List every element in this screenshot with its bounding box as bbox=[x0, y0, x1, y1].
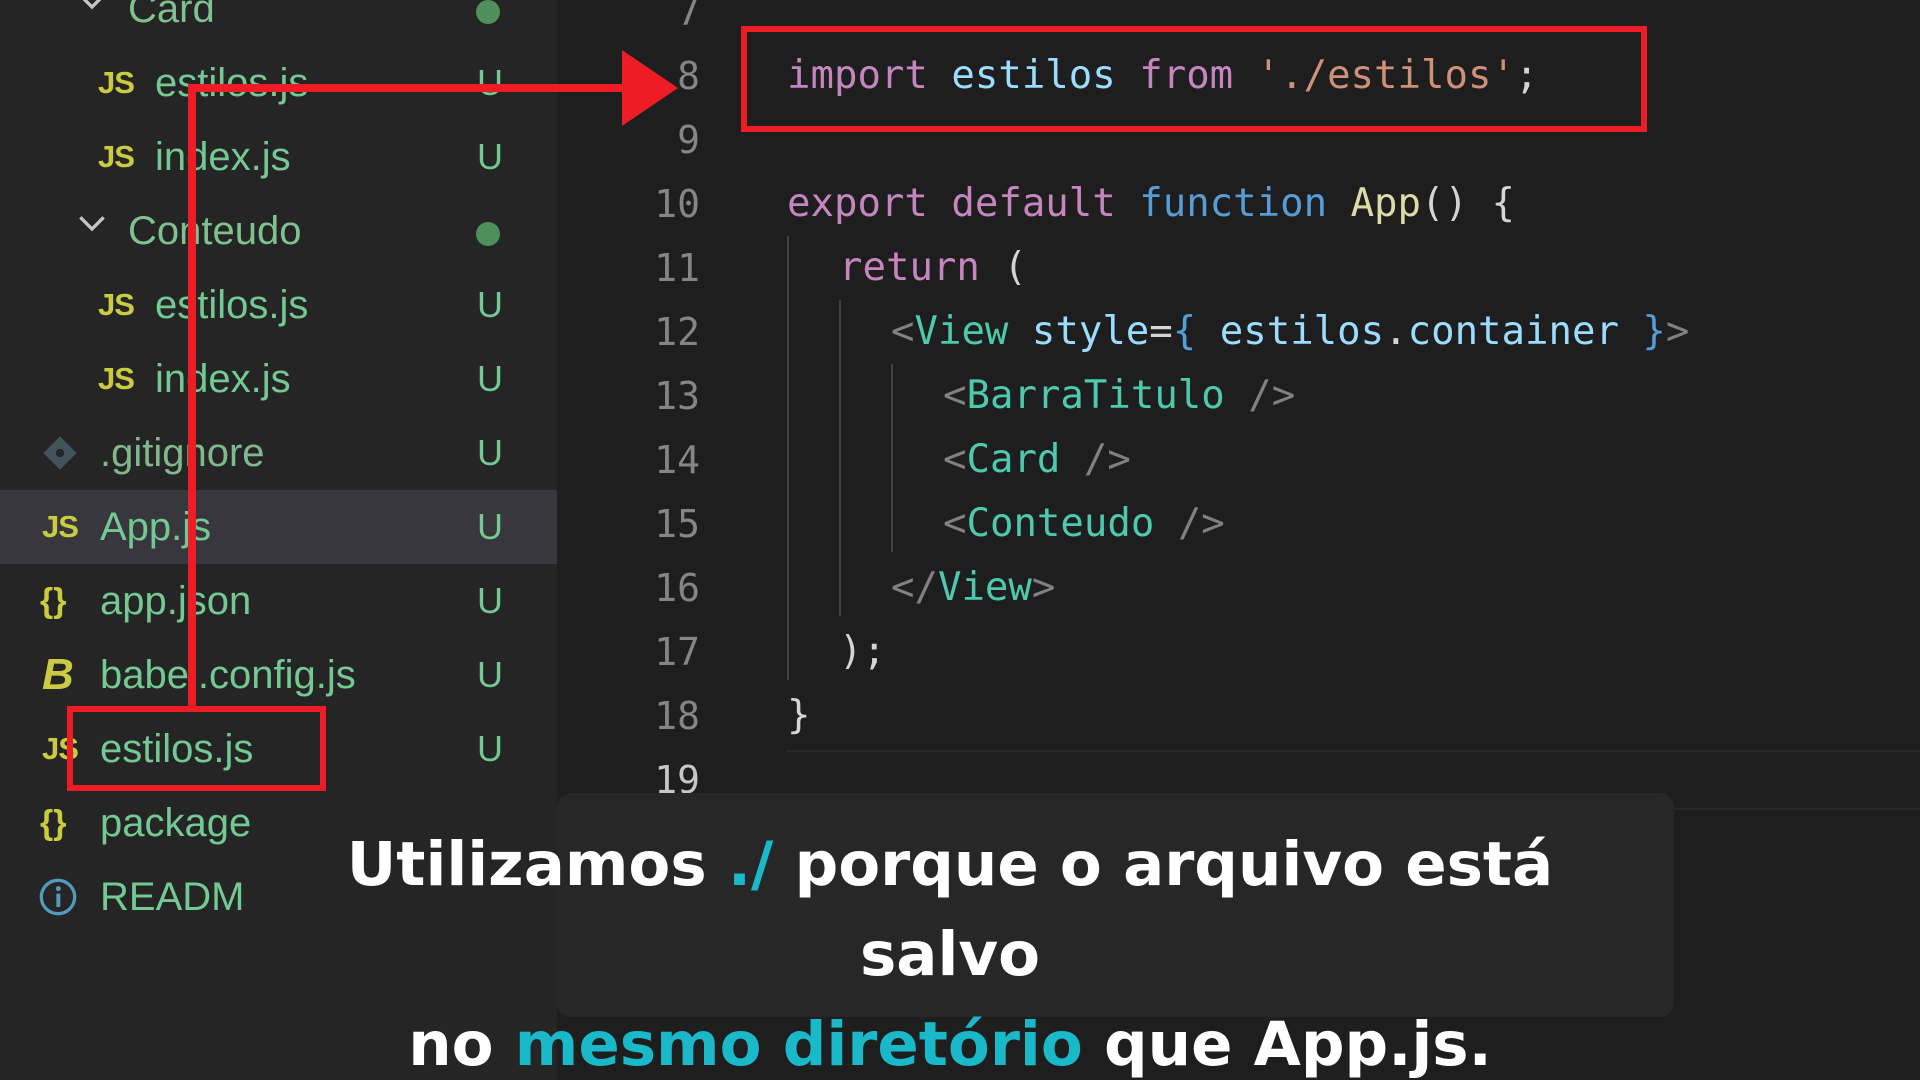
untracked-badge: U bbox=[477, 580, 503, 621]
info-icon bbox=[38, 872, 78, 922]
tree-item-card-index[interactable]: JS index.js U bbox=[0, 120, 557, 194]
tree-item-gitignore[interactable]: .gitignore U bbox=[0, 416, 557, 490]
tree-item-label: estilos.js bbox=[155, 283, 309, 327]
tree-item-babel-config[interactable]: B babel.config.js U bbox=[0, 638, 557, 712]
code-line-13[interactable]: 13 <BarraTitulo /> bbox=[557, 364, 1920, 428]
code-line-14[interactable]: 14 <Card /> bbox=[557, 428, 1920, 492]
tree-item-label: READM bbox=[100, 875, 245, 919]
return-statement: return ( bbox=[839, 245, 1027, 290]
git-icon bbox=[40, 428, 80, 478]
caption-highlight: mesmo diretório bbox=[514, 1009, 1083, 1080]
line-number: 10 bbox=[654, 182, 700, 226]
tree-item-conteudo-index[interactable]: JS index.js U bbox=[0, 342, 557, 416]
js-file-icon: JS bbox=[98, 139, 135, 174]
js-file-icon: JS bbox=[98, 287, 135, 322]
json-file-icon: {} bbox=[40, 581, 67, 620]
tree-item-label: Card bbox=[128, 0, 215, 31]
jsx-conteudo: <Conteudo /> bbox=[943, 501, 1225, 546]
line-number: 7 bbox=[677, 0, 700, 34]
caption-part: no bbox=[408, 1009, 515, 1080]
tree-item-card-folder[interactable]: Card bbox=[0, 0, 557, 46]
line-number: 17 bbox=[654, 630, 700, 674]
untracked-badge: U bbox=[477, 358, 503, 399]
tree-item-app-json[interactable]: {} app.json U bbox=[0, 564, 557, 638]
code-line-16[interactable]: 16 </View> bbox=[557, 556, 1920, 620]
caption-part: porque o arquivo está salvo bbox=[773, 829, 1554, 990]
line-number: 11 bbox=[654, 246, 700, 290]
jsx-view-open: <View style={ estilos.container }> bbox=[891, 309, 1690, 354]
code-line-10[interactable]: 10 export default function App() { bbox=[557, 172, 1920, 236]
return-close: ); bbox=[839, 629, 886, 674]
tree-item-label: .gitignore bbox=[100, 431, 265, 475]
function-close: } bbox=[787, 693, 811, 738]
untracked-badge: U bbox=[477, 62, 503, 103]
tree-item-label: index.js bbox=[155, 135, 291, 179]
code-line-15[interactable]: 15 <Conteudo /> bbox=[557, 492, 1920, 556]
tree-item-label: package bbox=[100, 801, 252, 845]
import-highlight-box bbox=[741, 26, 1647, 132]
chevron-down-icon bbox=[72, 204, 112, 244]
line-number: 18 bbox=[654, 694, 700, 738]
tree-item-label: Conteudo bbox=[128, 209, 302, 253]
code-line-11[interactable]: 11 return ( bbox=[557, 236, 1920, 300]
line-number: 13 bbox=[654, 374, 700, 418]
arrow-head-icon bbox=[622, 50, 678, 126]
caption-part: que App.js. bbox=[1082, 1009, 1492, 1080]
jsx-barratitulo: <BarraTitulo /> bbox=[943, 373, 1296, 418]
js-file-icon: JS bbox=[42, 509, 79, 544]
arrow-line-vertical bbox=[188, 84, 196, 708]
tree-item-label: index.js bbox=[155, 357, 291, 401]
untracked-badge: U bbox=[477, 432, 503, 473]
tree-item-app-js[interactable]: JS App.js U bbox=[0, 490, 557, 564]
code-line-12[interactable]: 12 <View style={ estilos.container }> bbox=[557, 300, 1920, 364]
caption-text: Utilizamos ./ porque o arquivo está salv… bbox=[260, 820, 1640, 1080]
code-line-17[interactable]: 17 ); bbox=[557, 620, 1920, 684]
untracked-badge: U bbox=[477, 728, 503, 769]
tree-item-label: app.json bbox=[100, 579, 252, 623]
function-declaration: export default function App() { bbox=[787, 181, 1515, 226]
arrow-line-horizontal bbox=[188, 84, 628, 92]
caption-part: Utilizamos bbox=[346, 829, 728, 900]
tree-item-label: babel.config.js bbox=[100, 653, 356, 697]
caption-highlight: ./ bbox=[727, 829, 774, 900]
json-file-icon: {} bbox=[40, 803, 67, 842]
untracked-badge: U bbox=[477, 284, 503, 325]
line-number: 15 bbox=[654, 502, 700, 546]
line-number: 16 bbox=[654, 566, 700, 610]
untracked-badge: U bbox=[477, 506, 503, 547]
untracked-badge: U bbox=[477, 654, 503, 695]
tree-item-conteudo-folder[interactable]: Conteudo bbox=[0, 194, 557, 268]
estilos-file-highlight-box bbox=[67, 706, 326, 791]
code-line-18[interactable]: 18 } bbox=[557, 684, 1920, 748]
line-number: 14 bbox=[654, 438, 700, 482]
modified-dot bbox=[476, 0, 500, 24]
js-file-icon: JS bbox=[98, 361, 135, 396]
js-file-icon: JS bbox=[98, 65, 135, 100]
untracked-badge: U bbox=[477, 136, 503, 177]
tree-item-label: estilos.js bbox=[155, 61, 309, 105]
babel-file-icon: B bbox=[42, 650, 74, 699]
line-number: 12 bbox=[654, 310, 700, 354]
jsx-card: <Card /> bbox=[943, 437, 1131, 482]
jsx-view-close: </View> bbox=[891, 565, 1056, 610]
tree-item-conteudo-estilos[interactable]: JS estilos.js U bbox=[0, 268, 557, 342]
chevron-down-icon bbox=[72, 0, 112, 22]
tree-item-card-estilos[interactable]: JS estilos.js U bbox=[0, 46, 557, 120]
modified-dot bbox=[476, 222, 500, 246]
